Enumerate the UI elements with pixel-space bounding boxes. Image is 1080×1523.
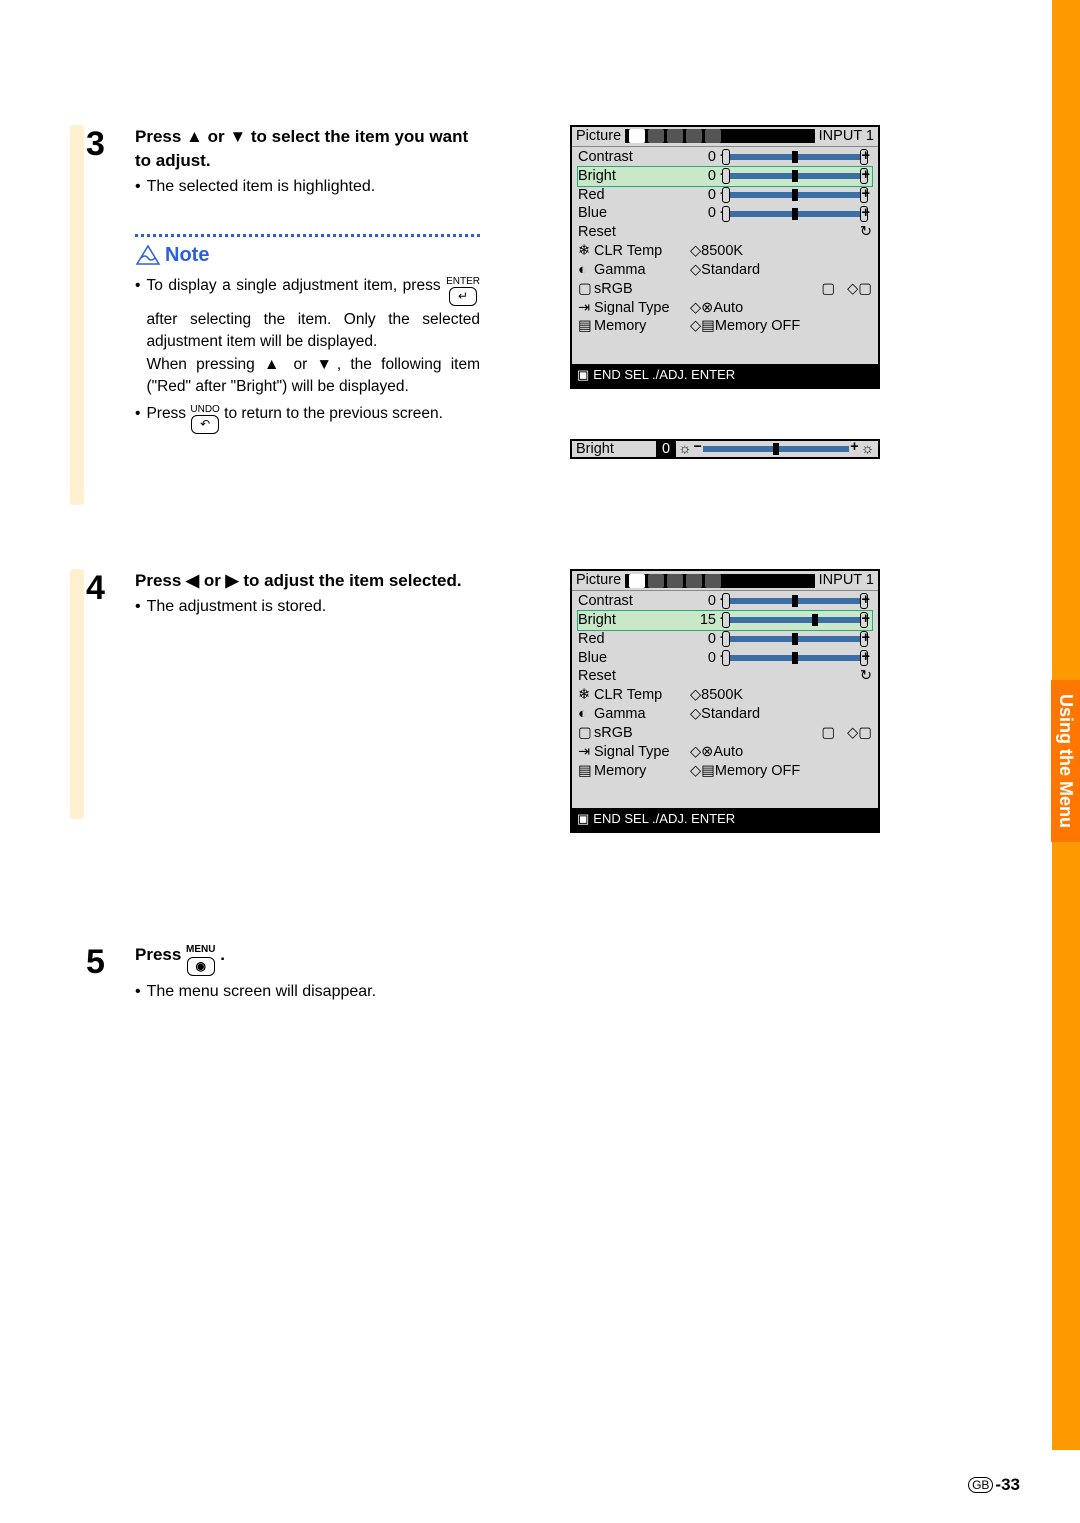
osd-val: 15: [690, 611, 716, 630]
reset-icon: ↻: [860, 667, 872, 686]
step-title: Press MENU ◉ .: [135, 943, 480, 978]
step-number: 4: [86, 569, 135, 608]
osd-row-signal: Signal Type: [594, 299, 670, 318]
note-label: Note: [135, 234, 480, 269]
note-text: When pressing ▲ or ▼, the following item…: [146, 356, 480, 395]
step-5: 5 Press MENU ◉ . •The menu screen will d…: [80, 943, 980, 1003]
osd-row-clrtemp: CLR Temp: [594, 686, 662, 705]
osd-val: Memory OFF: [715, 317, 800, 336]
step-title: Press ▲ or ▼ to select the item you want…: [135, 125, 480, 173]
section-tab-label: Using the Menu: [1051, 680, 1080, 842]
osd-val: Memory OFF: [715, 762, 800, 781]
enter-key-icon: ↵: [449, 287, 477, 306]
osd-val: 0: [690, 630, 716, 649]
osd-panel-2: Picture INPUT 1 Contrast0−+ Bright15−+ R…: [570, 569, 880, 833]
step-title: Press ◀ or ▶ to adjust the item selected…: [135, 569, 480, 593]
page-number: GB-33: [968, 1475, 1020, 1495]
step-3: 3 Press ▲ or ▼ to select the item you wa…: [80, 125, 980, 509]
menu-key-icon: ◉: [187, 957, 215, 976]
osd-row-red: Red: [578, 186, 690, 205]
osd-row-srgb: sRGB: [594, 724, 633, 743]
note-text: to return to the previous screen.: [224, 405, 443, 422]
osd-row-gamma: Gamma: [594, 705, 646, 724]
reset-icon: ↻: [860, 223, 872, 242]
osd-row-reset: Reset: [578, 223, 690, 242]
note-text: Press: [146, 405, 190, 422]
osd-row-signal: Signal Type: [594, 743, 670, 762]
osd-val: 0: [690, 592, 716, 611]
osd-row-contrast: Contrast: [578, 592, 690, 611]
osd-val: 0: [690, 204, 716, 223]
osd-row-bright: Bright: [578, 167, 690, 186]
osd-tab-icons: [625, 129, 815, 143]
osd-title: Picture: [576, 127, 621, 146]
osd-footer: ▣END SEL ./ADJ. ENTER: [572, 808, 878, 831]
osd-row-blue: Blue: [578, 649, 690, 668]
osd-single-bright: Bright 0 ☼ −+ ☼: [570, 439, 880, 459]
undo-key-icon: ↶: [191, 415, 219, 434]
osd-val: 0: [690, 148, 716, 167]
step-detail: The adjustment is stored.: [147, 596, 327, 618]
osd-val: 0: [690, 186, 716, 205]
osd-tab-icons: [625, 574, 815, 588]
osd-input: INPUT 1: [819, 127, 874, 146]
step-detail: The menu screen will disappear.: [147, 981, 376, 1003]
note-text: To display a single adjustment item, pre…: [146, 277, 446, 294]
step-number: 5: [86, 943, 135, 982]
osd-val: Standard: [701, 261, 760, 280]
osd-val: 8500K: [701, 242, 743, 261]
osd-footer: ▣END SEL ./ADJ. ENTER: [572, 364, 878, 387]
osd-title: Picture: [576, 571, 621, 590]
osd-val: 0: [690, 167, 716, 186]
osd-panel-1: Picture INPUT 1 Contrast0−+ Bright0−+ Re…: [570, 125, 880, 389]
osd-input: INPUT 1: [819, 571, 874, 590]
osd-row-reset: Reset: [578, 667, 690, 686]
step-marker: [70, 569, 84, 819]
step-4: 4 Press ◀ or ▶ to adjust the item select…: [80, 569, 980, 883]
step-detail: The selected item is highlighted.: [147, 176, 376, 198]
osd-row-srgb: sRGB: [594, 280, 633, 299]
osd-row-contrast: Contrast: [578, 148, 690, 167]
note-text: after selecting the item. Only the selec…: [146, 311, 480, 350]
osd-row-clrtemp: CLR Temp: [594, 242, 662, 261]
osd-row-memory: Memory: [594, 762, 646, 781]
osd-val: Standard: [701, 705, 760, 724]
osd-row-red: Red: [578, 630, 690, 649]
osd-val: Auto: [713, 743, 743, 762]
page-content: 3 Press ▲ or ▼ to select the item you wa…: [80, 125, 980, 1064]
osd-val: 8500K: [701, 686, 743, 705]
osd-val: 0: [690, 649, 716, 668]
step-marker: [70, 125, 84, 505]
osd-row-bright: Bright: [578, 611, 690, 630]
osd-row-gamma: Gamma: [594, 261, 646, 280]
osd-row-blue: Blue: [578, 204, 690, 223]
osd-val: Auto: [713, 299, 743, 318]
menu-key-label: MENU: [186, 943, 215, 957]
osd-row-memory: Memory: [594, 317, 646, 336]
step-number: 3: [86, 125, 135, 164]
note-block: Note • To display a single adjustment it…: [135, 226, 480, 437]
